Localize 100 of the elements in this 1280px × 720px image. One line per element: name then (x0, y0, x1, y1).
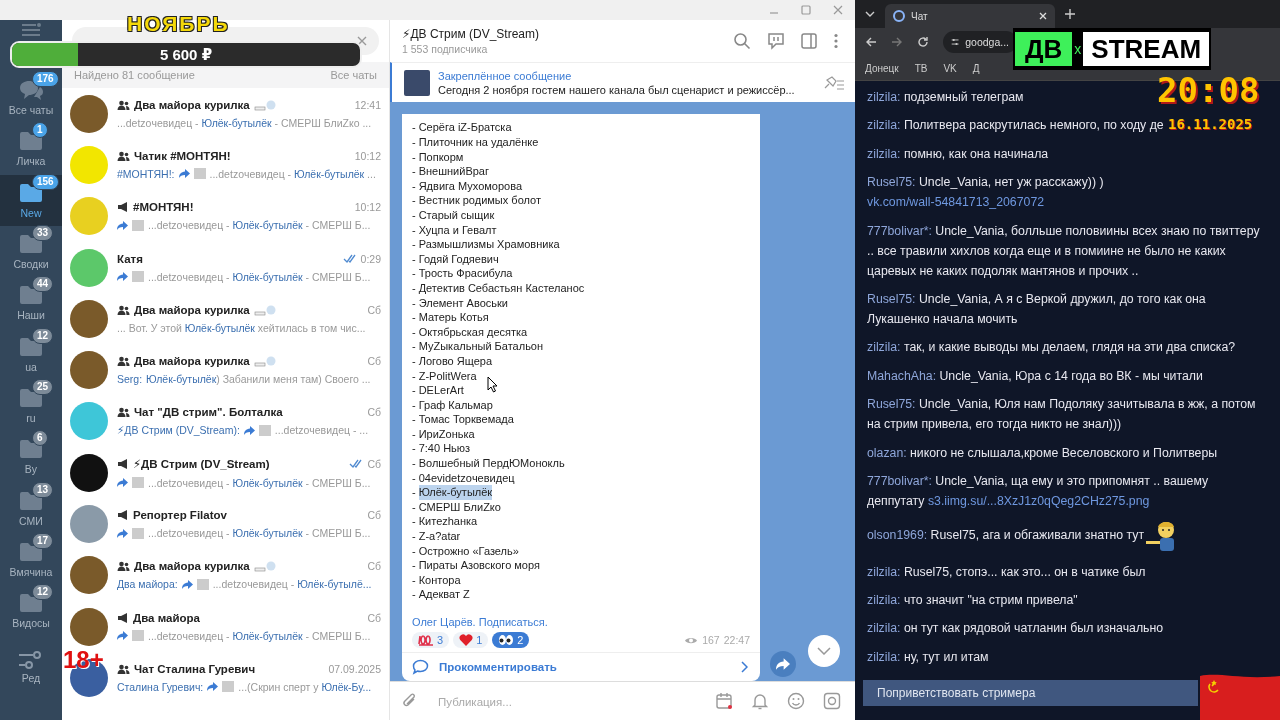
list-dash: - (412, 193, 416, 208)
list-entry: Вестник родимых болот (418, 193, 541, 208)
chat-title: Два майора курилка (134, 98, 250, 111)
chat-message: MahachAha: Uncle_Vania, Юра с 14 года во ВК - мы читали (867, 367, 1203, 385)
pin-list-icon[interactable] (823, 75, 845, 90)
bookmark[interactable]: VK (943, 62, 957, 74)
unread-count-badge: 44 (32, 276, 54, 293)
folder-tab[interactable]: 33 Сводки (0, 225, 62, 278)
sidebar-icon[interactable] (801, 33, 817, 49)
list-dash: - (412, 412, 416, 427)
avatar[interactable] (70, 299, 108, 338)
list-entry: Элемент Авоськи (418, 295, 508, 311)
list-dash: - (412, 441, 416, 457)
list-dash: - (412, 368, 416, 384)
list-dash: - (412, 572, 416, 588)
folder-tab[interactable]: 176 Все чаты (0, 72, 62, 124)
avatar[interactable] (70, 556, 108, 595)
pinned-label[interactable]: Закреплённое сообщение (438, 69, 815, 82)
goal-month-label: НОЯБРЬ (127, 12, 230, 36)
comment-icon (412, 659, 429, 675)
chat-title: Два майора курилка (134, 355, 250, 368)
list-dash: - (412, 397, 416, 413)
bell-icon[interactable] (751, 692, 769, 710)
avatar[interactable] (70, 607, 108, 646)
share-button[interactable] (770, 651, 796, 677)
chat-time: 12:41 (354, 98, 381, 111)
avatar[interactable] (70, 453, 108, 492)
reaction-chip[interactable]: 1 (453, 632, 489, 648)
edit-folders-button[interactable]: Ред (0, 642, 62, 694)
chat-link[interactable]: s3.iimg.su/...8XzJ1z0qQeg2CHz275.png (927, 493, 1150, 508)
maximize-icon[interactable] (801, 5, 811, 15)
list-entry: Z-a?atar (418, 529, 461, 544)
scope-link[interactable]: Все чаты (330, 69, 377, 81)
chat-message: zilzila: что значит "на стрим привела" (867, 592, 1078, 610)
reload-icon[interactable] (917, 36, 929, 48)
message-input[interactable]: Публикация... (436, 695, 701, 709)
chat-message: Rusel75: Uncle_Vania, нет уж расскажу)) ) vk.com/wall-54841713_2067072 (867, 174, 1105, 212)
unread-count-badge: 13 (32, 481, 54, 498)
folder-tab[interactable]: 1 Личка (0, 123, 62, 175)
forward-icon[interactable] (891, 36, 903, 48)
chat-message: Rusel75: Uncle_Vania, Юля нам Подоляку зачитывала в жж, а потом на стрим привела, его тогда никто не знал))) (867, 396, 1257, 434)
list-dash: - (412, 456, 416, 471)
greet-streamer-button[interactable]: Поприветствовать стримера (863, 680, 1198, 706)
new-tab-icon[interactable] (1065, 9, 1075, 19)
chat-title: Два майора курилка (134, 560, 250, 573)
browser-tab[interactable]: Чат (885, 4, 1055, 28)
bookmark[interactable]: ТВ (914, 62, 928, 74)
list-dash: - (412, 529, 416, 544)
message-preview: ...detzoчевидец - Юлёк-бутылёк - СМЕРШ Б... (148, 527, 371, 539)
site-settings-icon (951, 37, 960, 47)
list-dash: - (412, 149, 416, 165)
list-entry: Волшебный ПердЮМонокль (418, 456, 565, 471)
folder-tab[interactable]: 13 СМИ (0, 482, 62, 534)
menu-icon[interactable] (20, 22, 42, 38)
list-entry: Хуцпа и Гевалт (418, 222, 497, 238)
message-preview: ...detzoчевидец - Юлёк-бутылёк - СМЕРШ Б... (148, 219, 371, 232)
chat-message: zilzila: так, и какие выводы мы делаем, глядя на эти два списка? (867, 339, 1236, 357)
message-preview: ...detzoчевидец - Юлёк-бутылёк - СМЕРШ Б... (148, 270, 371, 283)
list-entry: Пираты Азовского моря (418, 558, 540, 573)
reaction-chip[interactable]: 3 (412, 632, 450, 648)
list-entry: 7:40 Ньюз (418, 441, 471, 457)
list-entry: СМЕРШ БлиZко (418, 499, 501, 515)
list-dash: - (412, 353, 416, 369)
calendar-icon[interactable] (715, 692, 733, 710)
folder-tab[interactable]: 44 Наши (0, 277, 62, 329)
scroll-down-button[interactable] (808, 635, 840, 667)
search-icon[interactable] (733, 32, 751, 50)
list-entry: Логово Ящера (418, 353, 492, 369)
folder-tab[interactable]: 12 ua (0, 328, 62, 380)
list-entry: Юлёк-бутылёк (418, 485, 493, 500)
reaction-chip[interactable]: 2 (492, 632, 530, 648)
list-dash: - (412, 178, 416, 194)
chat-time: Сб (367, 303, 381, 316)
back-icon[interactable] (865, 36, 877, 48)
live-chat-icon[interactable] (767, 32, 785, 50)
list-entry: ИриZонька (418, 426, 475, 442)
bookmark[interactable]: Донецк (865, 62, 899, 74)
subscribe-link[interactable]: Олег Царёв. Подписаться. (412, 616, 548, 628)
chat-time: Сб (367, 406, 381, 419)
message-time: 22:47 (723, 634, 750, 646)
more-icon[interactable] (833, 33, 839, 49)
avatar[interactable] (70, 94, 108, 133)
comment-button[interactable]: Прокомментировать (402, 652, 760, 681)
camera-icon[interactable] (823, 692, 841, 710)
emoji-icon[interactable] (787, 692, 805, 710)
tab-list-icon[interactable] (865, 11, 875, 17)
list-dash: - (412, 485, 416, 500)
folder-tab[interactable]: 12 Видосы (0, 584, 62, 637)
bookmark[interactable]: Д (972, 62, 980, 74)
unread-count-badge: 25 (32, 378, 54, 395)
list-entry: 04evidetzoчевидец (418, 470, 515, 486)
folder-tab[interactable]: 156 New (0, 174, 62, 226)
chat-link[interactable]: vk.com/wall-54841713_2067072 (867, 195, 1045, 210)
folder-tab[interactable]: 17 Вмячина (0, 533, 62, 585)
list-dash: - (412, 558, 416, 573)
avatar[interactable] (70, 351, 108, 390)
folder-tab[interactable]: 6 By (0, 431, 62, 483)
chat-title: Чат Сталина Гуревич (134, 662, 256, 675)
sender-name: ⚡ДВ Стрим (DV_Stream): (117, 424, 240, 437)
folder-tab[interactable]: 25 ru (0, 379, 62, 432)
